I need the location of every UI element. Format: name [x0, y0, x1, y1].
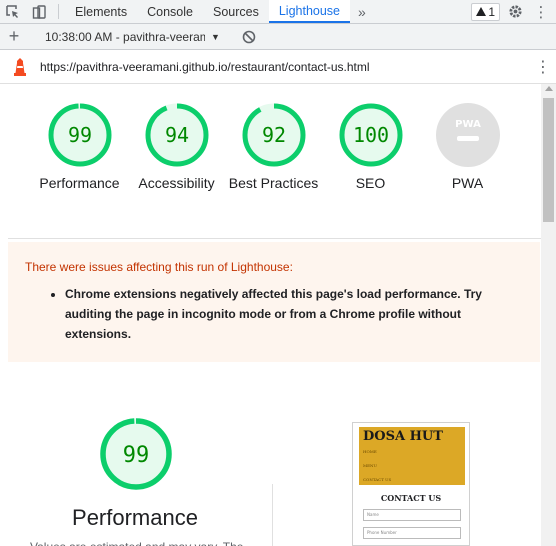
screenshot-heading: CONTACT US: [380, 493, 442, 503]
report-content: 99 Performance 94 Accessibility 92 Best …: [0, 84, 541, 546]
performance-description: Values are estimated and may vary. The: [30, 540, 265, 546]
screenshot-header: DOSA HUT HOME MENU CONTACT US: [359, 427, 465, 485]
warning-item: Chrome extensions negatively affected th…: [65, 284, 522, 344]
gauge-label: SEO: [355, 175, 386, 191]
performance-score: 99: [123, 443, 150, 468]
warnings-list: Chrome extensions negatively affected th…: [25, 284, 522, 344]
screenshot-field: Name: [363, 509, 461, 521]
gauge-ring: 99: [100, 418, 172, 490]
score-gauges: 99 Performance 94 Accessibility 92 Best …: [0, 84, 541, 234]
performance-title: Performance: [72, 505, 198, 530]
gauge-ring: 92: [242, 103, 305, 167]
screenshot-nav-item: HOME: [363, 449, 377, 454]
gauge-best-practices[interactable]: 92 Best Practices: [225, 102, 322, 193]
gauge-seo[interactable]: 100 SEO: [322, 102, 419, 193]
scroll-up-arrow-icon[interactable]: [545, 86, 553, 91]
gauge-pwa[interactable]: PWA PWA: [419, 102, 516, 193]
performance-gauge: 99: [98, 416, 174, 497]
pwa-badge-icon: PWA: [435, 103, 500, 167]
inspect-element-icon[interactable]: [0, 0, 26, 23]
gauge-performance[interactable]: 99 Performance: [31, 102, 128, 193]
run-warnings: There were issues affecting this run of …: [8, 242, 540, 362]
report-menu-icon[interactable]: ⋮: [530, 57, 556, 77]
tab-sources[interactable]: Sources: [203, 0, 269, 23]
tab-console[interactable]: Console: [137, 0, 203, 23]
screenshot-nav-item: CONTACT US: [363, 477, 392, 482]
screenshot-field: Phone Number: [363, 527, 461, 539]
gauge-ring: 100: [339, 103, 402, 167]
gauge-score: 100: [352, 123, 388, 147]
warning-count: 1: [488, 4, 495, 19]
lighthouse-toolbar: + 10:38:00 AM - pavithra-veeram ▼: [0, 24, 556, 50]
gauge-ring: 99: [48, 103, 111, 167]
warnings-badge[interactable]: 1: [471, 2, 500, 21]
warnings-title: There were issues affecting this run of …: [25, 260, 293, 274]
column-divider: [272, 484, 273, 546]
report-url[interactable]: https://pavithra-veeramani.github.io/res…: [40, 60, 530, 74]
tab-elements[interactable]: Elements: [65, 0, 137, 23]
screenshot-brand: DOSA HUT: [363, 429, 443, 444]
gauge-score: 94: [164, 123, 188, 147]
gauge-score: 99: [67, 123, 91, 147]
device-toolbar-icon[interactable]: [26, 0, 52, 23]
report-url-bar: https://pavithra-veeramani.github.io/res…: [0, 50, 556, 84]
gauge-label: PWA: [451, 175, 484, 191]
gauge-label: Accessibility: [138, 175, 215, 191]
gauge-label: Best Practices: [228, 175, 319, 191]
scrollbar-thumb[interactable]: [543, 98, 554, 222]
screenshot-nav-item: MENU: [363, 463, 377, 468]
settings-gear-icon[interactable]: [504, 1, 526, 23]
report-scrollbar[interactable]: [541, 84, 556, 546]
warning-triangle-icon: [476, 5, 487, 19]
devtools-tab-bar: Elements Console Sources Lighthouse » 1 …: [0, 0, 556, 24]
gauge-accessibility[interactable]: 94 Accessibility: [128, 102, 225, 193]
dropdown-caret-icon: ▼: [211, 31, 220, 42]
new-report-plus-icon[interactable]: +: [0, 26, 28, 47]
toolbar-divider: [58, 4, 59, 19]
gauge-label: Performance: [39, 175, 120, 191]
report-selector[interactable]: 10:38:00 AM - pavithra-veeram ▼: [41, 30, 231, 44]
final-screenshot[interactable]: DOSA HUT HOME MENU CONTACT US CONTACT US…: [352, 422, 470, 546]
gauge-ring: 94: [145, 103, 208, 167]
pwa-badge-text: PWA: [455, 119, 481, 130]
section-divider: [8, 238, 541, 239]
more-options-icon[interactable]: ⋮: [530, 1, 552, 23]
toolbar-right: 1 ⋮: [471, 0, 556, 23]
chevrons-right-icon[interactable]: »: [350, 0, 374, 23]
gauge-score: 92: [261, 123, 285, 147]
lighthouse-logo-icon: [0, 57, 40, 76]
tab-lighthouse[interactable]: Lighthouse: [268, 0, 351, 23]
report-selector-value: 10:38:00 AM - pavithra-veeram: [45, 29, 205, 44]
clear-reports-icon[interactable]: [237, 27, 261, 47]
